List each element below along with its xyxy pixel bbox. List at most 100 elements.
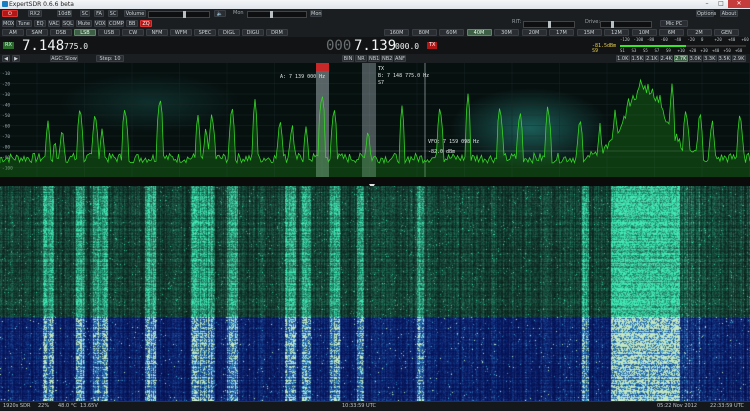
mode-nfm-button[interactable]: NFM bbox=[146, 29, 168, 36]
band-20m-button[interactable]: 20M bbox=[521, 29, 547, 36]
feature-mute-button[interactable]: Mute bbox=[76, 20, 92, 27]
mode-usb-button[interactable]: USB bbox=[98, 29, 120, 36]
s-meter-dbm-tick: -100 bbox=[633, 37, 644, 42]
mode-dsb-button[interactable]: DSB bbox=[50, 29, 72, 36]
db-label: -10 bbox=[2, 71, 10, 77]
vfo-a-subhz[interactable]: 775.0 bbox=[64, 42, 88, 51]
drive-slider[interactable] bbox=[600, 21, 652, 28]
mode-lsb-button[interactable]: LSB bbox=[74, 29, 96, 36]
filter-1-0k-button[interactable]: 1.0K bbox=[616, 55, 630, 62]
rit-knob[interactable] bbox=[548, 21, 551, 28]
s-meter: -120 -100 -80 -60 -40 -20 0 +20 +40 +60 -81.5dBm … bbox=[592, 37, 749, 54]
app-icon bbox=[2, 1, 8, 7]
waterfall-canvas bbox=[0, 186, 750, 401]
mon-knob[interactable] bbox=[270, 11, 273, 18]
vfo-b-subhz[interactable]: 000.0 bbox=[395, 42, 419, 51]
filter-2-1k-button[interactable]: 2.1K bbox=[645, 55, 659, 62]
sc-button[interactable]: SC bbox=[80, 10, 90, 17]
feature-mox-button[interactable]: MOX bbox=[2, 20, 14, 27]
marker-a-label: A: 7 139 000 Hz bbox=[280, 74, 326, 80]
s-meter-s-tick: S9 bbox=[666, 48, 671, 53]
about-button[interactable]: About bbox=[720, 10, 738, 17]
frequency-axis: 7.085.0007.090.0007.100.0007.110.0007.12… bbox=[0, 177, 750, 192]
band-10m-button[interactable]: 10M bbox=[631, 29, 657, 36]
s-meter-dbm-tick: -80 bbox=[647, 37, 655, 42]
band-gen-button[interactable]: GEN bbox=[714, 29, 739, 36]
minimize-button[interactable]: – bbox=[700, 0, 714, 8]
band-60m-button[interactable]: 60M bbox=[439, 29, 464, 36]
waterfall-display[interactable] bbox=[0, 186, 750, 401]
drive-label: Drive: bbox=[585, 19, 601, 25]
mode-drm-button[interactable]: DRM bbox=[266, 29, 288, 36]
mon-slider[interactable] bbox=[247, 11, 307, 18]
band-80m-button[interactable]: 80M bbox=[411, 29, 437, 36]
band-12m-button[interactable]: 12M bbox=[604, 29, 629, 36]
mon-button[interactable]: Mon bbox=[310, 10, 322, 17]
feature-vac-button[interactable]: VAC bbox=[48, 20, 60, 27]
mute-icon[interactable]: 🔈 bbox=[214, 10, 226, 17]
preamp-dropdown[interactable]: 10dB bbox=[57, 10, 72, 17]
mode-spec-button[interactable]: SPEC bbox=[194, 29, 216, 36]
sc2-button[interactable]: SC bbox=[108, 10, 118, 17]
dsp-nr-button[interactable]: NR bbox=[355, 55, 367, 62]
fa-button[interactable]: FA bbox=[94, 10, 104, 17]
drive-knob[interactable] bbox=[611, 21, 614, 28]
rx-select-dropdown[interactable]: RX2 bbox=[28, 10, 42, 17]
power-button[interactable]: ⏻ bbox=[2, 10, 18, 17]
s-meter-dbm-tick: -120 bbox=[620, 37, 630, 42]
close-button[interactable]: ✕ bbox=[728, 0, 750, 8]
right-arrow-icon[interactable]: ▶ bbox=[12, 55, 20, 62]
s-meter-s-tick: S3 bbox=[631, 48, 637, 53]
mode-am-button[interactable]: AM bbox=[2, 29, 24, 36]
spectrum-display[interactable]: -10 -20 -30 -40 -50 -60 -70 -80 -90 -100 A: 7 139… bbox=[0, 63, 750, 177]
feature-zq-button[interactable]: ZQ bbox=[140, 20, 152, 27]
mode-digu-button[interactable]: DIGU bbox=[242, 29, 264, 36]
volume-dropdown[interactable]: Volume bbox=[124, 10, 146, 17]
maximize-button[interactable]: □ bbox=[714, 0, 728, 8]
feature-bb-button[interactable]: BB bbox=[126, 20, 138, 27]
options-button[interactable]: Options bbox=[696, 10, 716, 17]
filter-3-0k-button[interactable]: 3.0K bbox=[688, 55, 702, 62]
db-label: -60 bbox=[2, 124, 10, 130]
left-arrow-icon[interactable]: ◀ bbox=[2, 55, 10, 62]
s-meter-bar bbox=[620, 45, 746, 47]
band-2m-button[interactable]: 2M bbox=[686, 29, 712, 36]
volume-knob[interactable] bbox=[183, 11, 186, 18]
feature-eq-button[interactable]: EQ bbox=[34, 20, 46, 27]
feature-sql-button[interactable]: SQL bbox=[62, 20, 74, 27]
dsp-anf-button[interactable]: ANF bbox=[394, 55, 406, 62]
filter-2-4k-button[interactable]: 2.4K bbox=[659, 55, 673, 62]
s-meter-dbm-tick: +60 bbox=[741, 37, 749, 42]
filter-1-5k-button[interactable]: 1.5K bbox=[630, 55, 644, 62]
mode-wfm-button[interactable]: WFM bbox=[170, 29, 192, 36]
dsp-nb2-button[interactable]: NB2 bbox=[381, 55, 393, 62]
filter-2-9k-button[interactable]: 2.9K bbox=[732, 55, 746, 62]
filter-3-3k-button[interactable]: 3.3K bbox=[703, 55, 717, 62]
band-6m-button[interactable]: 6M bbox=[659, 29, 684, 36]
feature-tune-button[interactable]: Tune bbox=[16, 20, 32, 27]
dsp-nb1-button[interactable]: NB1 bbox=[368, 55, 380, 62]
vfo-a-frequency[interactable]: 7.148 bbox=[22, 38, 64, 54]
agc-dropdown[interactable]: AGC: Slow bbox=[50, 55, 78, 62]
volume-slider[interactable] bbox=[148, 11, 210, 18]
feature-comp-button[interactable]: COMP bbox=[108, 20, 124, 27]
band-40m-button[interactable]: 40M bbox=[466, 29, 492, 36]
band-17m-button[interactable]: 17M bbox=[549, 29, 574, 36]
rit-slider[interactable] bbox=[523, 21, 575, 28]
band-15m-button[interactable]: 15M bbox=[576, 29, 602, 36]
step-dropdown[interactable]: Step: 10 Hz bbox=[96, 55, 124, 69]
passband-a-marker[interactable] bbox=[316, 63, 329, 71]
vfo-b-frequency[interactable]: 7.139 bbox=[354, 38, 396, 54]
feature-vox-button[interactable]: VOX bbox=[94, 20, 106, 27]
s-meter-s-tick: +60 bbox=[735, 48, 743, 53]
band-30m-button[interactable]: 30M bbox=[494, 29, 519, 36]
vfo-b-prefix: 000 bbox=[326, 38, 352, 54]
band-160m-button[interactable]: 160M bbox=[384, 29, 409, 36]
filter-3-5k-button[interactable]: 3.5K bbox=[717, 55, 731, 62]
mic-select[interactable]: Mic PC bbox=[660, 20, 688, 27]
mode-sam-button[interactable]: SAM bbox=[26, 29, 48, 36]
mode-cw-button[interactable]: CW bbox=[122, 29, 144, 36]
mode-digl-button[interactable]: DIGL bbox=[218, 29, 240, 36]
filter-2-7k-button[interactable]: 2.7K bbox=[674, 55, 688, 62]
dsp-bin-button[interactable]: BIN bbox=[342, 55, 354, 62]
